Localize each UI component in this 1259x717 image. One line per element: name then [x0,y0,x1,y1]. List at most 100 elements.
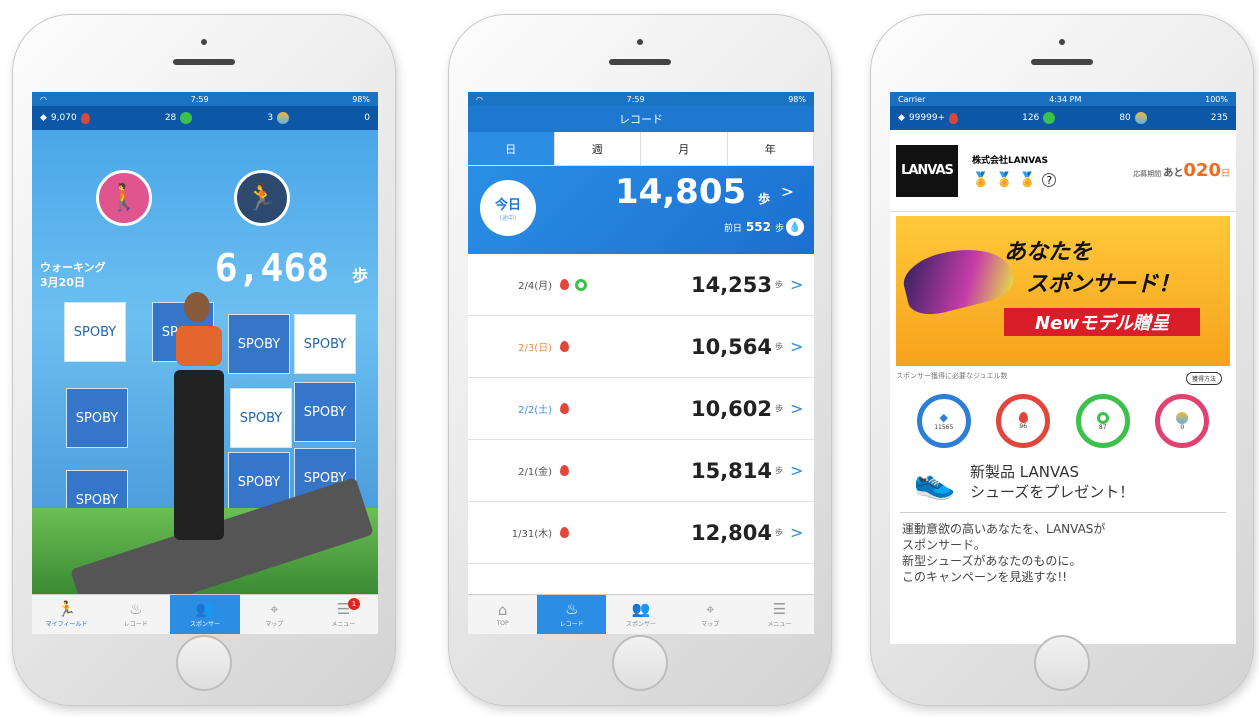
screen-my-field: ◠ 7:59 98% ◆ 9,070 28 3 0 🚶 🏃 ウォーキング 3月20… [32,92,378,634]
status-bar: Carrier 4:34 PM 100% [890,92,1236,106]
green-gem-icon [1043,112,1056,124]
sneaker-icon: 👟 [913,462,957,502]
walking-mode-button[interactable]: 🚶 [96,170,152,226]
menu-icon: ☰ [772,600,787,618]
walking-person-icon: 🚶 [107,183,141,213]
record-steps: 10,564 [690,334,772,359]
record-date: 1/31(木) [511,529,552,540]
diamond-icon: ◆ [898,113,905,123]
tab-map[interactable]: ⌖ マップ [676,595,745,634]
home-button[interactable] [1034,635,1090,691]
campaign-description: 運動意欲の高いあなたを、LANVASが スポンサード。 新型シューズがあなたのも… [902,522,1106,584]
home-button[interactable] [612,635,668,691]
record-date: 2/3(日) [518,343,552,354]
gem-bar: ◆ 9,070 28 3 0 [32,106,378,130]
spoby-panel: SPOBY [294,382,356,442]
record-steps: 12,804 [690,520,772,545]
battery-level: 98% [788,94,806,104]
record-steps: 10,602 [690,396,772,421]
campaign-banner[interactable]: あなたを スポンサード！ Newモデル贈呈 [896,216,1230,366]
tab-sponsor[interactable]: 👥 スポンサー [606,595,675,634]
today-steps: 14,805 歩 [614,172,770,212]
tab-top[interactable]: ⌂ TOP [468,595,537,634]
required-gems-section: スポンサー獲得に必要なジュエル数 獲得方法 [896,366,1230,386]
howto-button[interactable]: 獲得方法 [1185,372,1222,385]
tab-my-field[interactable]: 🏃 マイフィールド [32,595,101,634]
medal-icon: 🏅 [1018,172,1037,188]
notification-badge: 1 [348,598,361,610]
green-gem-icon [1096,411,1109,424]
activity-label: ウォーキング 3月20日 [40,260,106,290]
green-gem-icon [180,112,193,124]
home-button[interactable] [176,635,232,691]
tab-menu[interactable]: ☰ メニュー [745,595,814,634]
red-gem-icon [80,112,90,124]
green-gem-ring: 87 [1075,394,1130,448]
record-row[interactable]: 2/4(月) 14,253 歩 > [468,254,814,316]
tab-record[interactable]: ♨ レコード [537,595,607,634]
multi-gem-count: 0 [364,113,370,123]
tab-week[interactable]: 週 [554,132,641,166]
walking-label: ウォーキング [40,261,106,274]
multi-gem-icon [1134,112,1147,124]
spoby-panel: SPOBY [66,388,128,448]
diamond-count: 99999+ [908,113,946,123]
multi-gem-ring: 0 [1155,394,1210,448]
banner-line-2: スポンサード！ [1026,272,1181,297]
diamond-ring: ◆ 11565 [916,394,971,448]
people-icon: 👥 [195,600,215,618]
tab-year[interactable]: 年 [727,132,814,166]
speaker [1031,59,1093,65]
status-bar: ◠ 7:59 98% [32,92,378,106]
screen-sponsor-detail: Carrier 4:34 PM 100% ◆ 99999+ 126 80 235 … [890,92,1236,644]
record-list: 2/4(月) 14,253 歩 > 2/3(日) 10,564 歩 > 2/2(… [468,254,814,564]
tab-record[interactable]: ♨ レコード [101,595,170,634]
record-row[interactable]: 2/1(金) 15,814 歩 > [468,440,814,502]
chevron-right-icon: > [790,337,804,356]
red-gem-ring: 96 [996,394,1051,448]
tab-menu[interactable]: ☰ メニュー 1 [309,595,378,634]
help-icon[interactable]: ? [1042,173,1057,187]
diamond-count: 9,070 [50,113,77,123]
record-row[interactable]: 1/31(木) 12,804 歩 > [468,502,814,564]
camera [201,39,207,45]
water-drop-icon[interactable]: 💧 [786,218,804,236]
map-pin-icon: ⌖ [705,600,715,618]
running-mode-button[interactable]: 🏃 [234,170,290,226]
red-gem-icon [949,112,959,124]
record-row[interactable]: 2/3(日) 10,564 歩 > [468,316,814,378]
record-date: 2/2(土) [518,405,552,416]
sneaker-image [898,237,1018,321]
speaker [173,59,235,65]
tab-map[interactable]: ⌖ マップ [240,595,309,634]
previous-day-steps: 前日 552 歩 [723,220,784,234]
tab-day[interactable]: 日 [468,132,555,166]
people-icon: 👥 [631,600,651,618]
step-unit: 歩 [351,266,368,285]
tab-month[interactable]: 月 [641,132,728,166]
spoby-panel: SPOBY [230,388,292,448]
battery-level: 98% [352,94,370,104]
company-name: 株式会社LANVAS [972,156,1049,166]
period-tabs: 日 週 月 年 [468,132,814,166]
carrier-name: Carrier [898,94,926,104]
record-date: 2/1(金) [518,467,552,478]
record-steps: 14,253 [690,272,772,297]
medal-row: 🏅 🏅 🏅 ? [972,172,1130,188]
remaining-days: 応募期間 あと020日 [1133,160,1230,181]
chevron-right-icon: > [790,399,804,418]
flame-icon: ♨ [565,600,579,618]
banner-line-1: あなたを [1004,240,1093,265]
tab-sponsor[interactable]: 👥 スポンサー [170,595,240,634]
screen-record: ◠ 7:59 98% レコード 日 週 月 年 今日 (途中) 14,805 歩 … [468,92,814,634]
lanvas-logo: LANVAS [896,144,958,197]
status-bar: ◠ 7:59 98% [468,92,814,106]
today-summary[interactable]: 今日 (途中) 14,805 歩 > 前日 552 歩 💧 [468,166,814,254]
step-count: 6,468 歩 [215,246,368,290]
flame-icon [560,279,569,290]
flame-icon [560,465,569,476]
present-heading: 👟 新製品 LANVAS シューズをプレゼント！ [900,456,1226,513]
flame-icon [560,403,569,414]
step-value: 6,468 [214,246,330,290]
record-row[interactable]: 2/2(土) 10,602 歩 > [468,378,814,440]
